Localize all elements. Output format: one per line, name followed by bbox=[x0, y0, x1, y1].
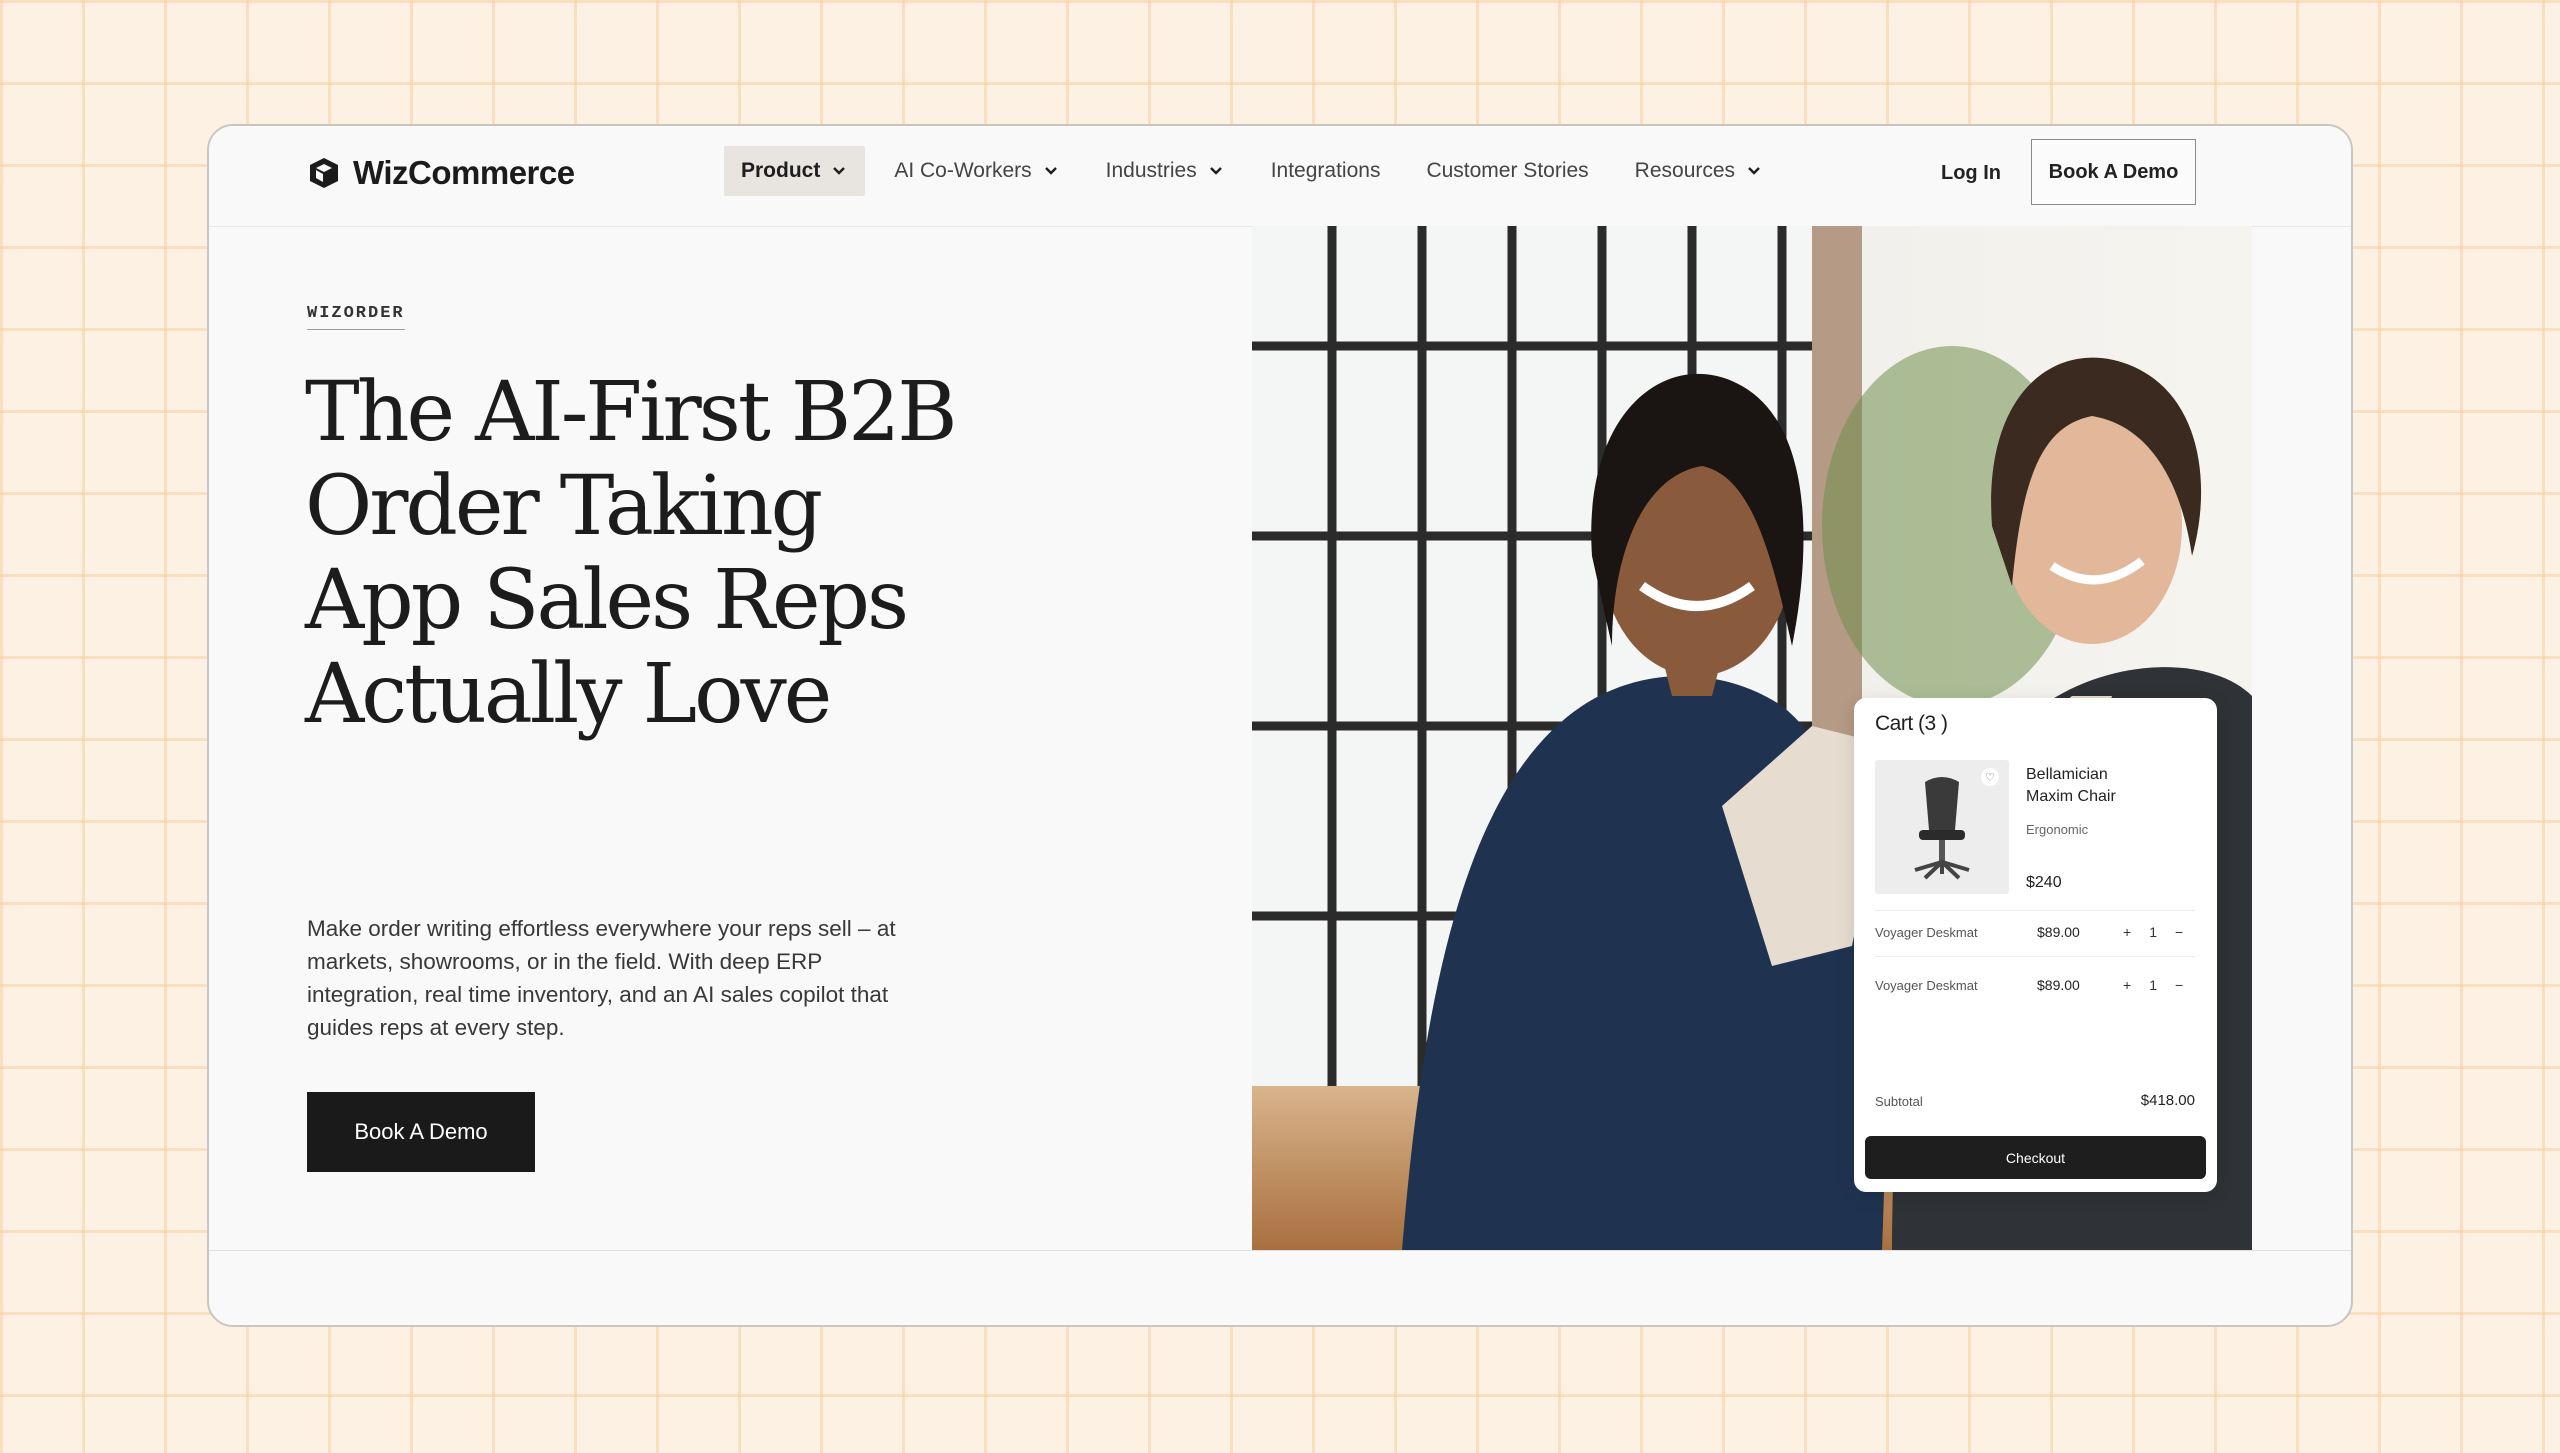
cube-logo-icon bbox=[310, 158, 338, 188]
nav-item-integrations[interactable]: Integrations bbox=[1254, 146, 1398, 196]
divider bbox=[1875, 956, 2195, 957]
product-tag: Ergonomic bbox=[2026, 822, 2089, 837]
hero-book-demo-button[interactable]: Book A Demo bbox=[307, 1092, 535, 1172]
product-price: $240 bbox=[2026, 874, 2062, 891]
cart-line-item: Voyager Deskmat $89.00 + 1 − bbox=[1875, 912, 2195, 952]
product-name[interactable]: Bellamician Maxim Chair bbox=[2026, 764, 2156, 808]
nav-book-demo-button[interactable]: Book A Demo bbox=[2031, 139, 2196, 205]
subtotal-label: Subtotal bbox=[1875, 1094, 1923, 1109]
chevron-down-icon bbox=[1044, 167, 1057, 175]
subtotal-value: $418.00 bbox=[2140, 1092, 2195, 1109]
headline-line: Order Taking bbox=[305, 459, 823, 554]
browser-frame: WizCommerce Product AI Co-Workers Indust… bbox=[207, 124, 2353, 1327]
nav-item-label: AI Co-Workers bbox=[894, 159, 1032, 182]
line-item-price: $89.00 bbox=[2037, 924, 2080, 940]
top-navigation: WizCommerce Product AI Co-Workers Indust… bbox=[209, 126, 2351, 227]
chevron-down-icon bbox=[1748, 167, 1760, 175]
increment-button[interactable]: + bbox=[2123, 924, 2131, 940]
cart-title: Cart (3 ) bbox=[1875, 712, 1948, 735]
cart-line-item: Voyager Deskmat $89.00 + 1 − bbox=[1875, 965, 2195, 1005]
login-link[interactable]: Log In bbox=[1941, 162, 2001, 185]
headline-line: App Sales Reps bbox=[305, 553, 909, 648]
nav-item-ai-co-workers[interactable]: AI Co-Workers bbox=[877, 146, 1076, 196]
nav-item-label: Product bbox=[741, 159, 821, 182]
decrement-button[interactable]: − bbox=[2175, 977, 2183, 993]
chevron-down-icon bbox=[833, 167, 846, 175]
nav-item-label: Resources bbox=[1634, 159, 1736, 182]
main-menu: Product AI Co-Workers Industries Integra… bbox=[724, 146, 1792, 196]
brand-name: WizCommerce bbox=[353, 154, 575, 191]
nav-item-industries[interactable]: Industries bbox=[1089, 146, 1242, 196]
line-item-name: Voyager Deskmat bbox=[1875, 977, 1978, 993]
brand-logo[interactable]: WizCommerce bbox=[307, 154, 575, 192]
nav-item-resources[interactable]: Resources bbox=[1618, 146, 1780, 196]
quantity-value: 1 bbox=[2149, 977, 2157, 993]
headline-line: Actually Love bbox=[305, 647, 832, 742]
decrement-button[interactable]: − bbox=[2175, 924, 2183, 940]
quantity-value: 1 bbox=[2149, 924, 2157, 940]
quantity-stepper: + 1 − bbox=[2123, 924, 2183, 940]
checkout-button[interactable]: Checkout bbox=[1865, 1136, 2206, 1179]
nav-item-product[interactable]: Product bbox=[724, 146, 866, 196]
nav-item-label: Customer Stories bbox=[1426, 159, 1589, 182]
chevron-down-icon bbox=[1209, 167, 1222, 175]
hero-headline: The AI-First B2B Order Taking App Sales … bbox=[305, 366, 1065, 742]
eyebrow-label: WIZORDER bbox=[307, 304, 405, 330]
quantity-stepper: + 1 − bbox=[2123, 977, 2183, 993]
section-divider bbox=[209, 1250, 2351, 1251]
nav-item-customer-stories[interactable]: Customer Stories bbox=[1409, 146, 1605, 196]
line-item-name: Voyager Deskmat bbox=[1875, 924, 1978, 940]
increment-button[interactable]: + bbox=[2123, 977, 2131, 993]
heart-icon[interactable]: ♡ bbox=[1981, 768, 1999, 786]
line-item-price: $89.00 bbox=[2037, 977, 2080, 993]
hero-description: Make order writing effortless everywhere… bbox=[307, 916, 896, 1040]
cart-widget: Cart (3 ) ♡ Bellamician Maxim Chair Ergo… bbox=[1854, 698, 2217, 1192]
product-thumbnail[interactable]: ♡ bbox=[1875, 760, 2009, 894]
nav-item-label: Industries bbox=[1105, 159, 1197, 182]
headline-line: The AI-First B2B bbox=[305, 365, 958, 460]
divider bbox=[1875, 910, 2195, 911]
nav-item-label: Integrations bbox=[1270, 159, 1381, 182]
